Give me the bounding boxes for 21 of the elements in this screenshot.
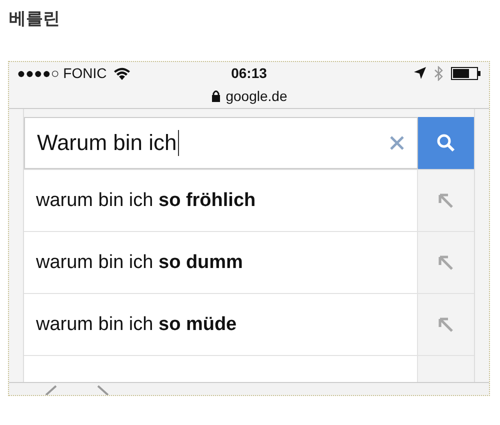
wifi-icon xyxy=(112,66,131,80)
suggestion-item[interactable]: warum bin ich so dumm xyxy=(24,232,417,293)
lock-icon xyxy=(210,90,221,102)
location-arrow-icon xyxy=(414,67,426,79)
back-icon[interactable] xyxy=(45,385,57,395)
battery-icon xyxy=(451,66,481,80)
clock-time: 06:13 xyxy=(231,65,267,81)
search-button[interactable] xyxy=(418,117,474,169)
clear-icon[interactable] xyxy=(389,135,405,151)
bluetooth-icon xyxy=(434,66,443,80)
suggestion-item[interactable]: warum bin ich so müde xyxy=(24,294,417,355)
arrow-icon xyxy=(437,316,455,334)
url-text[interactable]: google.de xyxy=(226,88,288,104)
search-field[interactable]: Warum bin ich xyxy=(24,117,418,169)
search-icon xyxy=(436,133,456,153)
arrow-icon xyxy=(437,254,455,272)
forward-icon[interactable] xyxy=(97,385,109,395)
carrier-name: ●●●●○ FONIC xyxy=(17,65,107,81)
page-heading: 베를린 xyxy=(9,8,60,30)
suggestion-item[interactable]: warum bin ich so fröhlich xyxy=(24,170,417,231)
arrow-icon xyxy=(437,192,455,210)
